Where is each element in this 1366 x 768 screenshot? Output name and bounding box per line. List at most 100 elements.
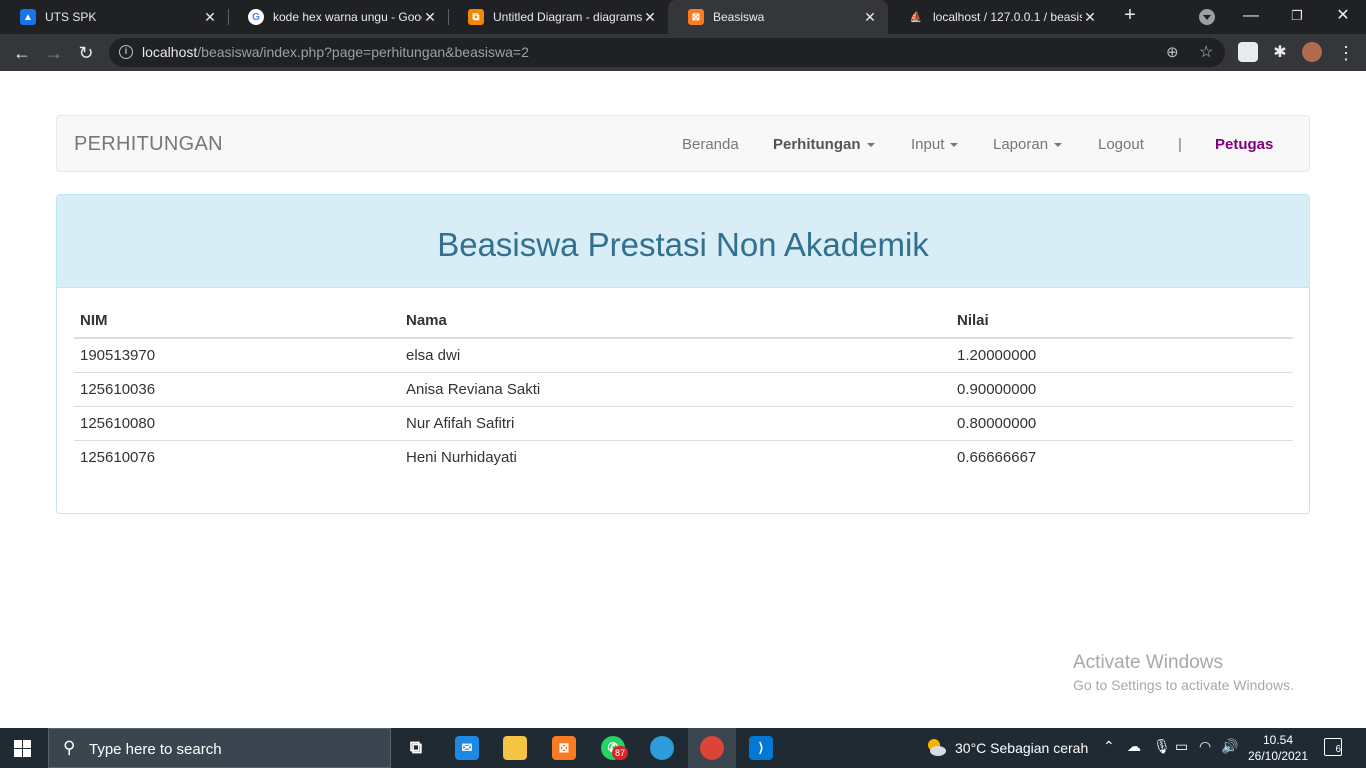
tab-title: UTS SPK <box>45 10 97 24</box>
tab-phpmyadmin[interactable]: ⛵ localhost / 127.0.0.1 / beasisw ✕ <box>888 0 1108 34</box>
tab-search-icon[interactable] <box>1199 9 1215 25</box>
notification-center-icon[interactable]: 6 <box>1324 738 1342 756</box>
taskbar-clock[interactable]: 10.54 26/10/2021 <box>1246 732 1310 764</box>
browser-tab-strip: ▲ UTS SPK ✕ G kode hex warna ungu - Goog… <box>0 0 1366 34</box>
results-panel: Beasiswa Prestasi Non Akademik NIM Nama … <box>56 194 1310 514</box>
nav-perhitungan-dropdown[interactable]: Perhitungan <box>773 136 875 153</box>
cell-nilai: 0.66666667 <box>951 439 1293 474</box>
caret-down-icon <box>950 143 959 148</box>
whatsapp-unread-badge: 87 <box>612 746 628 760</box>
onedrive-cloud-icon[interactable]: ☁ <box>1127 738 1141 755</box>
panel-heading: Beasiswa Prestasi Non Akademik <box>57 195 1309 288</box>
vscode-icon[interactable]: ⟩ <box>749 736 773 760</box>
edge-icon[interactable] <box>650 736 674 760</box>
nav-user-petugas[interactable]: Petugas <box>1215 136 1273 153</box>
back-arrow-icon[interactable]: ← <box>10 41 34 65</box>
close-tab-icon[interactable]: ✕ <box>202 9 218 26</box>
cell-nilai: 0.80000000 <box>951 405 1293 440</box>
restore-button[interactable]: ❐ <box>1282 4 1312 28</box>
chrome-menu-icon[interactable]: ⋮ <box>1334 41 1358 65</box>
chrome-icon[interactable] <box>700 736 724 760</box>
close-tab-icon[interactable]: ✕ <box>1082 9 1098 26</box>
tab-title: kode hex warna ungu - Goog <box>273 10 422 24</box>
volume-icon[interactable]: 🔊 <box>1221 738 1238 755</box>
file-explorer-icon[interactable] <box>503 736 527 760</box>
cell-nilai: 0.90000000 <box>951 371 1293 406</box>
cell-nilai: 1.20000000 <box>957 346 1037 364</box>
browser-toolbar: ← → ↻ i localhost/beasiswa/index.php?pag… <box>0 34 1366 71</box>
search-placeholder: Type here to search <box>89 741 222 758</box>
forward-arrow-icon[interactable]: → <box>42 41 66 65</box>
microphone-icon[interactable]: 🎙 <box>1153 738 1171 755</box>
page-title: Beasiswa Prestasi Non Akademik <box>437 226 929 263</box>
close-window-button[interactable]: ✕ <box>1328 4 1358 28</box>
xampp-icon[interactable]: ⊠ <box>552 736 576 760</box>
zoom-icon[interactable]: ⊕ <box>1166 43 1179 61</box>
extension-icon[interactable] <box>1238 42 1258 62</box>
tab-title: Beasiswa <box>713 10 765 24</box>
weather-text[interactable]: 30°C Sebagian cerah <box>955 740 1088 756</box>
close-tab-icon[interactable]: ✕ <box>422 9 438 26</box>
clock-date: 26/10/2021 <box>1247 749 1309 763</box>
ranking-table: NIM Nama Nilai 190513970 elsa dwi 1.2000… <box>74 303 1293 474</box>
cell-nim: 125610080 <box>74 405 400 440</box>
column-header-nim: NIM <box>74 303 400 339</box>
cell-nama: Heni Nurhidayati <box>400 439 951 474</box>
table-row: 125610036 Anisa Reviana Sakti 0.90000000 <box>74 371 1293 406</box>
wifi-icon[interactable]: ◠ <box>1199 738 1211 755</box>
taskbar-search-box[interactable]: ⚲ Type here to search <box>48 728 391 768</box>
table-row: 125610076 Heni Nurhidayati 0.66666667 <box>74 439 1293 474</box>
site-info-icon[interactable]: i <box>119 45 133 59</box>
cell-nim: 125610036 <box>74 371 400 406</box>
tab-title: localhost / 127.0.0.1 / beasisw <box>933 10 1082 24</box>
nav-logout[interactable]: Logout <box>1098 136 1144 153</box>
caret-down-icon <box>1054 143 1063 148</box>
profile-avatar[interactable] <box>1302 42 1322 62</box>
table-row: 125610080 Nur Afifah Safitri 0.80000000 <box>74 405 1293 440</box>
search-icon: ⚲ <box>63 738 76 757</box>
weather-partly-cloudy-icon[interactable] <box>925 737 947 757</box>
top-navbar: PERHITUNGAN Beranda Perhitungan Input La… <box>56 115 1310 172</box>
cell-nim: 125610076 <box>74 439 400 474</box>
nav-laporan-dropdown[interactable]: Laporan <box>993 136 1063 153</box>
close-tab-icon[interactable]: ✕ <box>642 9 658 26</box>
reload-icon[interactable]: ↻ <box>74 41 98 65</box>
bookmark-star-icon[interactable]: ☆ <box>1199 42 1213 62</box>
nav-beranda[interactable]: Beranda <box>682 136 739 153</box>
classroom-icon: ▲ <box>20 9 36 25</box>
phpmyadmin-icon: ⛵ <box>909 11 923 23</box>
activate-windows-watermark: Activate Windows Go to Settings to activ… <box>1073 652 1294 693</box>
column-header-nama: Nama <box>400 303 951 339</box>
tab-diagrams[interactable]: ⧉ Untitled Diagram - diagrams. ✕ <box>448 0 668 34</box>
task-view-icon[interactable]: ⧉ <box>404 736 428 760</box>
nav-input-dropdown[interactable]: Input <box>911 136 959 153</box>
windows-taskbar: ⚲ Type here to search ⧉ ✉ ⊠ ✆ ⟩ 30°C Seb… <box>0 728 1366 768</box>
close-tab-icon[interactable]: ✕ <box>862 9 878 26</box>
nav-divider: | <box>1178 136 1182 153</box>
tab-beasiswa[interactable]: ⊠ Beasiswa ✕ <box>668 0 888 34</box>
tab-title: Untitled Diagram - diagrams. <box>493 10 642 24</box>
table-header-row: NIM Nama Nilai <box>74 303 1293 339</box>
cell-nim: 190513970 <box>80 346 156 364</box>
caret-down-icon <box>866 143 875 148</box>
minimize-button[interactable]: — <box>1236 4 1266 28</box>
mail-icon[interactable]: ✉ <box>455 736 479 760</box>
windows-start-icon[interactable] <box>14 740 31 757</box>
new-tab-button[interactable]: + <box>1119 4 1141 30</box>
extensions-puzzle-icon[interactable]: ✱ <box>1270 42 1290 62</box>
show-hidden-icons-chevron-icon[interactable]: ⌃ <box>1103 738 1115 755</box>
table-row: 190513970 elsa dwi 1.20000000 <box>74 338 1293 372</box>
address-bar[interactable]: i localhost/beasiswa/index.php?page=perh… <box>109 38 1225 67</box>
url-text[interactable]: localhost/beasiswa/index.php?page=perhit… <box>142 44 529 60</box>
cell-nama: elsa dwi <box>406 346 461 364</box>
navbar-brand[interactable]: PERHITUNGAN <box>74 133 223 156</box>
tab-google-search[interactable]: G kode hex warna ungu - Goog ✕ <box>228 0 448 34</box>
diagrams-icon: ⧉ <box>468 9 484 25</box>
xampp-icon: ⊠ <box>688 9 704 25</box>
watermark-subtitle: Go to Settings to activate Windows. <box>1073 677 1294 693</box>
battery-icon[interactable]: ▭ <box>1175 738 1188 755</box>
tab-uts-spk[interactable]: ▲ UTS SPK ✕ <box>0 0 228 34</box>
cell-nama: Nur Afifah Safitri <box>400 405 951 440</box>
cell-nama: Anisa Reviana Sakti <box>400 371 951 406</box>
clock-time: 10.54 <box>1262 733 1294 747</box>
